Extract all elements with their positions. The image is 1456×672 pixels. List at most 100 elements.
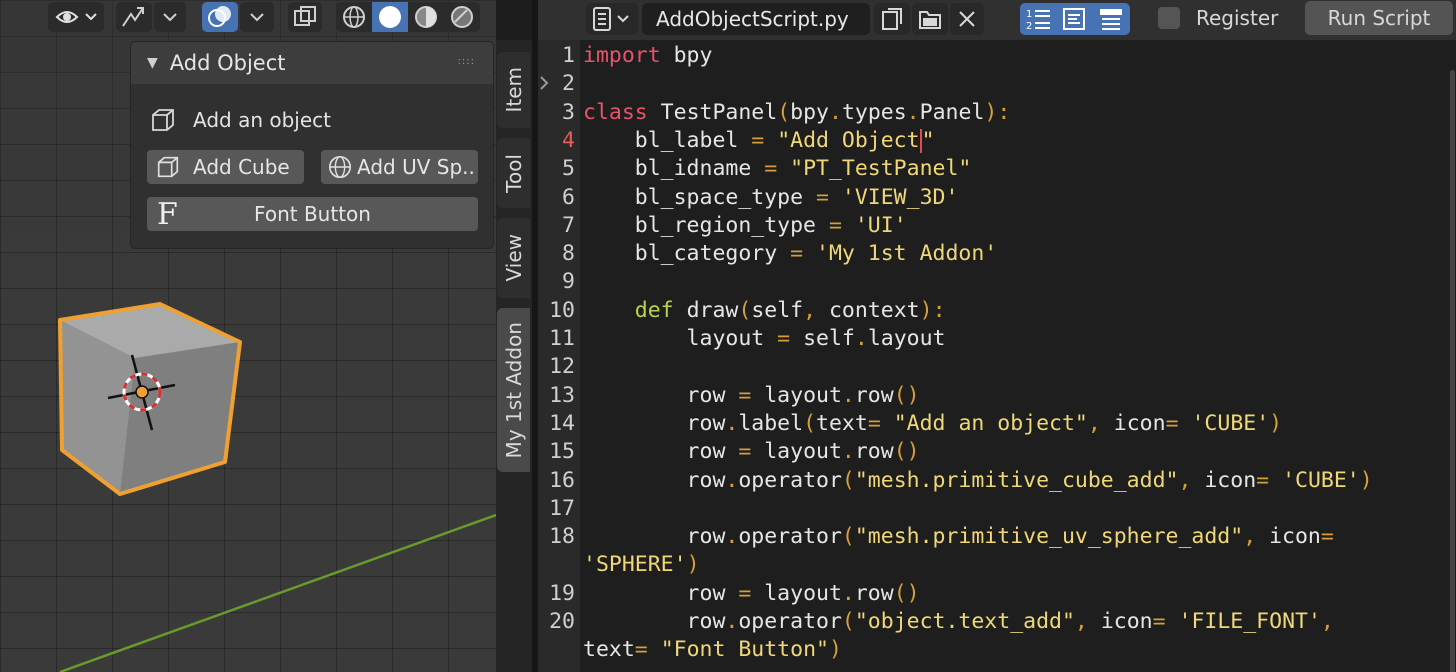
syntax-highlight-toggle[interactable] [1092, 3, 1130, 35]
code-text: bl_region_type = 'UI' [583, 212, 907, 238]
code-line[interactable]: 4 bl_label = "Add Object" [538, 127, 1456, 155]
3d-viewport[interactable]: ▼ Add Object :::: Add an object Add Cube [0, 0, 496, 672]
code-line[interactable]: 8 bl_category = 'My 1st Addon' [538, 240, 1456, 268]
code-line[interactable]: 7 bl_region_type = 'UI' [538, 212, 1456, 240]
line-number: 18 [549, 524, 575, 550]
file-font-icon: F [157, 197, 178, 232]
code-text: layout = self.layout [583, 326, 946, 351]
cube-icon [157, 156, 179, 178]
code-line[interactable]: 5 bl_idname = "PT_TestPanel" [538, 155, 1456, 183]
xray-toggle[interactable] [288, 2, 322, 32]
chevron-down-icon [250, 13, 264, 22]
line-number: 8 [562, 241, 575, 267]
collapse-triangle-icon[interactable]: ▼ [147, 55, 158, 71]
text-editor-header: AddObjectScript.py 1 2 Register Run Scri… [538, 0, 1456, 40]
gizmo-toggle[interactable] [116, 2, 152, 32]
code-line[interactable]: 14 row.label(text= "Add an object", icon… [538, 410, 1456, 438]
visibility-icon [55, 11, 97, 23]
code-line[interactable]: 18 row.operator("mesh.primitive_uv_spher… [538, 523, 1456, 551]
rendered-shading-icon [451, 6, 473, 28]
text-name-field[interactable]: AddObjectScript.py [642, 3, 870, 35]
text-menu-dropdown[interactable] [586, 3, 638, 35]
code-line[interactable]: text= "Font Button") [538, 636, 1456, 664]
code-line[interactable]: 15 row = layout.row() [538, 438, 1456, 466]
material-shading-icon [415, 6, 437, 28]
line-number: 20 [549, 609, 575, 634]
tab-tool[interactable]: Tool [497, 138, 530, 208]
add-uv-sphere-label: Add UV Sp.. [357, 155, 475, 179]
material-shading-button[interactable] [408, 2, 444, 32]
code-text: bl_label = "Add Object" [583, 127, 935, 153]
viewport-header [0, 0, 496, 36]
overlay-dropdown[interactable] [240, 2, 274, 32]
run-script-button[interactable]: Run Script [1305, 1, 1453, 35]
code-line[interactable]: 16 row.operator("mesh.primitive_cube_add… [538, 467, 1456, 495]
code-line[interactable]: 3 class TestPanel(bpy.types.Panel): [538, 99, 1456, 127]
code-line[interactable]: 20 row.operator("object.text_add", icon=… [538, 608, 1456, 636]
sidebar-tab-bar: Item Tool View My 1st Addon [496, 40, 532, 672]
code-line[interactable]: 19 row = layout.row() [538, 580, 1456, 608]
line-number: 19 [549, 580, 575, 606]
tab-my-1st-addon-label: My 1st Addon [501, 321, 526, 459]
tab-view[interactable]: View [497, 218, 530, 298]
wireframe-shading-icon [343, 6, 365, 28]
code-line[interactable]: 17 [538, 495, 1456, 523]
code-text: bl_category = 'My 1st Addon' [583, 241, 998, 267]
code-text: row.operator("mesh.primitive_uv_sphere_a… [583, 524, 1334, 550]
add-object-panel: ▼ Add Object :::: Add an object Add Cube [131, 42, 493, 248]
tab-view-label: View [501, 234, 526, 282]
rendered-shading-button[interactable] [444, 2, 480, 32]
drag-grip-icon[interactable]: :::: [458, 56, 475, 67]
panel-title: Add Object [169, 51, 286, 75]
code-text: bl_idname = "PT_TestPanel" [583, 156, 972, 182]
code-line[interactable]: 'SPHERE') [538, 551, 1456, 579]
code-line[interactable]: 12 [538, 353, 1456, 381]
code-line[interactable]: 1 import bpy [538, 42, 1456, 70]
chevron-down-icon [163, 13, 177, 22]
code-line[interactable]: 13 row = layout.row() [538, 382, 1456, 410]
add-uv-sphere-button[interactable]: Add UV Sp.. [321, 150, 478, 184]
syntax-highlight-icon [1100, 9, 1122, 30]
add-object-label-row: Add an object [149, 106, 331, 134]
line-numbers-toggle[interactable]: 1 2 [1020, 3, 1056, 35]
register-checkbox[interactable] [1158, 7, 1180, 29]
line-number: 7 [562, 212, 575, 238]
add-cube-label: Add Cube [193, 155, 290, 179]
line-number: 4 [562, 127, 575, 153]
visibility-dropdown[interactable] [48, 2, 104, 32]
wireframe-shading-button[interactable] [336, 2, 372, 32]
code-text: row.operator("mesh.primitive_cube_add", … [583, 467, 1373, 493]
font-button[interactable]: F Font Button [147, 197, 478, 232]
code-line[interactable]: 10 def draw(self, context): [538, 297, 1456, 325]
solid-shading-icon [379, 6, 401, 28]
line-number: 12 [549, 354, 575, 380]
code-text: row.operator("object.text_add", icon= 'F… [583, 609, 1334, 634]
gizmo-dropdown[interactable] [154, 2, 186, 32]
code-editor[interactable]: 1 import bpy 2 3 class TestPanel(bpy.types.P… [538, 40, 1456, 672]
code-line[interactable]: 9 [538, 268, 1456, 296]
solid-shading-button[interactable] [372, 2, 408, 32]
tab-my-1st-addon[interactable]: My 1st Addon [497, 308, 530, 472]
cube-icon [152, 109, 174, 131]
tab-item[interactable]: Item [497, 52, 530, 128]
overlay-toggle[interactable] [202, 2, 238, 32]
code-text: import bpy [583, 43, 713, 68]
selected-cube[interactable] [0, 290, 260, 510]
code-text: row.label(text= "Add an object", icon= '… [583, 410, 1283, 436]
word-wrap-icon [1063, 8, 1085, 30]
add-cube-button[interactable]: Add Cube [147, 150, 304, 184]
word-wrap-toggle[interactable] [1056, 3, 1092, 35]
code-line[interactable]: 6 bl_space_type = 'VIEW_3D' [538, 184, 1456, 212]
new-text-button[interactable] [874, 3, 910, 35]
code-line[interactable]: 2 [538, 70, 1456, 98]
register-label: Register [1196, 6, 1279, 30]
panel-header[interactable]: ▼ Add Object :::: [131, 42, 493, 84]
line-number: 6 [562, 184, 575, 210]
open-text-icon [919, 11, 941, 29]
line-number: 3 [562, 99, 575, 125]
unlink-text-button[interactable] [950, 3, 984, 35]
open-text-button[interactable] [912, 3, 948, 35]
add-object-label: Add an object [193, 108, 331, 132]
line-number: 13 [549, 382, 575, 408]
code-line[interactable]: 11 layout = self.layout [538, 325, 1456, 353]
